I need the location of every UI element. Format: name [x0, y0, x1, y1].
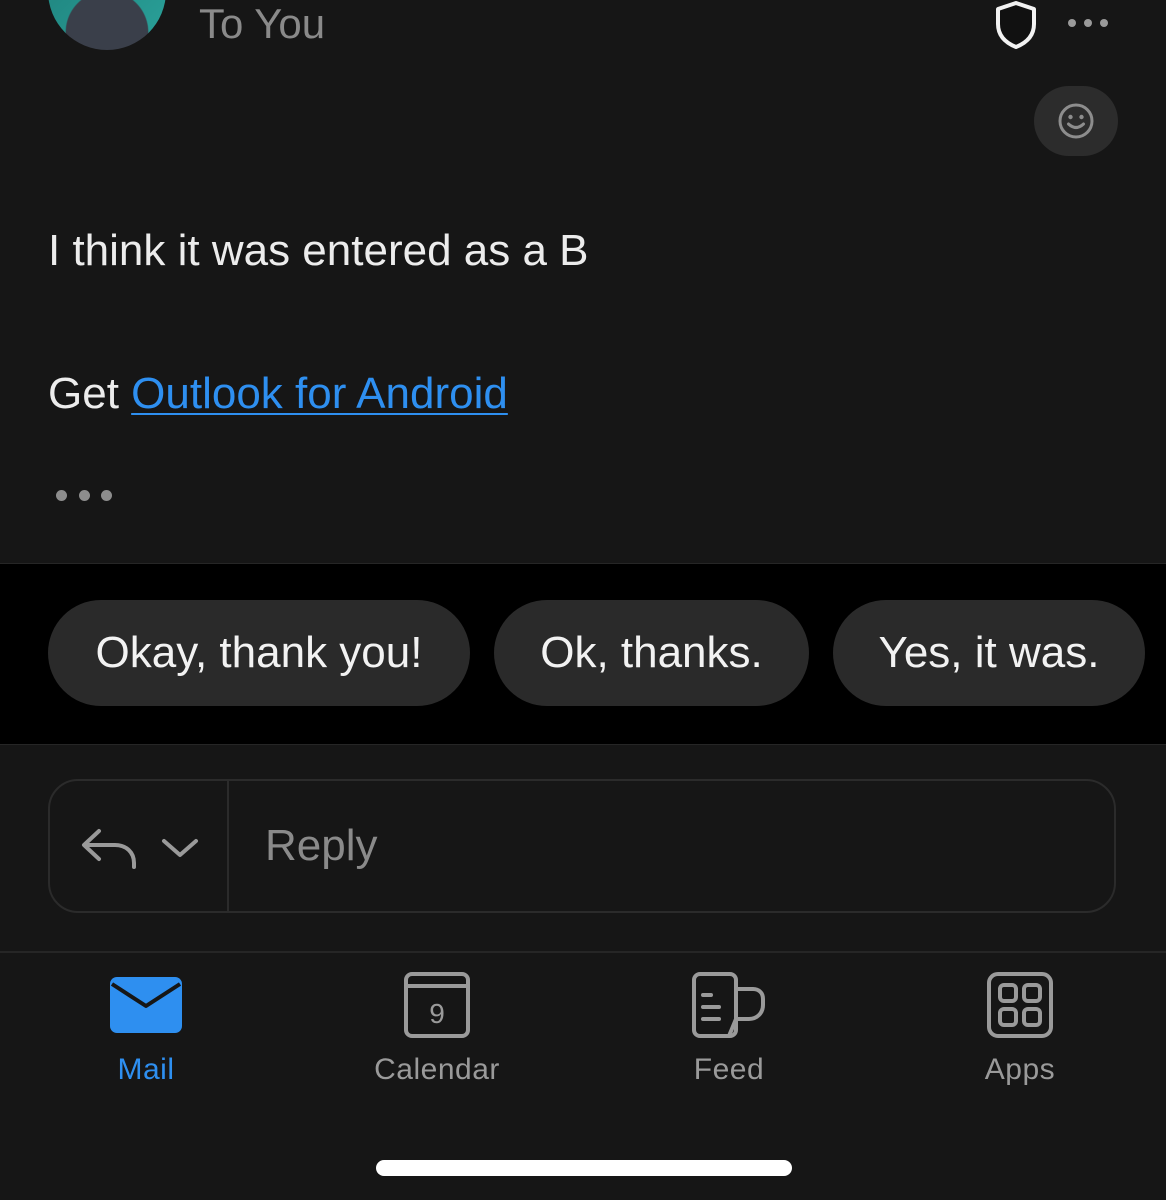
tab-label: Feed — [693, 1053, 765, 1086]
add-reaction-button[interactable] — [1034, 86, 1118, 156]
tab-label: Apps — [984, 1053, 1056, 1086]
more-horizontal-icon — [1068, 19, 1108, 27]
reply-arrow-icon — [82, 829, 136, 869]
reply-divider — [227, 781, 229, 911]
outlook-for-android-link[interactable]: Outlook for Android — [131, 369, 508, 418]
tab-feed[interactable]: Feed — [629, 962, 829, 1102]
ellipsis-dot — [78, 489, 90, 501]
security-shield-button[interactable] — [990, 0, 1042, 50]
suggested-reply-chip[interactable]: Okay, thank you! — [48, 600, 470, 706]
signature-line: Get Outlook for Android — [48, 367, 508, 421]
tab-mail[interactable]: Mail — [46, 962, 246, 1102]
calendar-day-number: 9 — [429, 998, 445, 1029]
apps-icon — [987, 972, 1053, 1038]
suggested-reply-chip[interactable]: Yes, it was. — [833, 600, 1145, 706]
reply-input[interactable] — [238, 790, 1098, 902]
mail-icon — [110, 977, 182, 1033]
show-quoted-text-button[interactable] — [56, 482, 112, 508]
sender-avatar[interactable] — [48, 0, 166, 50]
tab-label: Calendar — [374, 1053, 500, 1086]
ellipsis-dot — [56, 489, 67, 501]
tab-label: Mail — [117, 1053, 175, 1086]
suggested-reply-chip[interactable]: Ok, thanks. — [494, 600, 809, 706]
feed-icon — [692, 972, 765, 1038]
reply-action-button[interactable] — [76, 818, 142, 878]
reply-type-dropdown[interactable] — [152, 826, 208, 870]
calendar-icon: 9 — [404, 972, 470, 1038]
smiley-icon — [1058, 103, 1094, 139]
recipient-line: To You — [199, 0, 326, 47]
home-indicator[interactable] — [376, 1160, 792, 1176]
chevron-down-icon — [162, 839, 198, 857]
signature-prefix: Get — [48, 369, 119, 418]
tabbar-divider — [0, 951, 1166, 953]
shield-icon — [996, 1, 1036, 49]
more-options-button[interactable] — [1062, 8, 1114, 38]
tab-calendar[interactable]: 9 Calendar — [337, 962, 537, 1102]
ellipsis-dot — [101, 489, 112, 501]
tab-apps[interactable]: Apps — [920, 962, 1120, 1102]
message-body: I think it was entered as a B — [48, 226, 589, 275]
